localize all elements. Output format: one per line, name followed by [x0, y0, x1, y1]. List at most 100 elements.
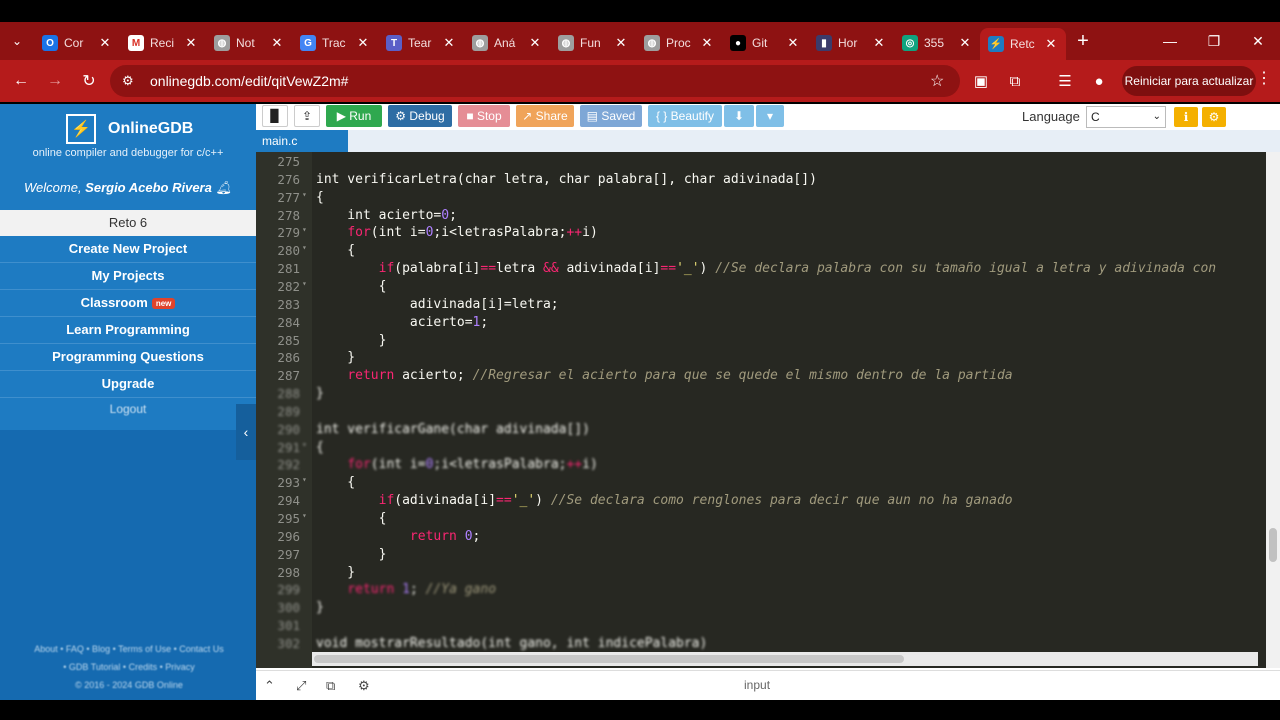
- info-icon[interactable]: ℹ: [1174, 107, 1198, 127]
- restore-icon[interactable]: ❐: [1192, 22, 1236, 60]
- browser-tab[interactable]: ● Git ✕: [722, 28, 808, 58]
- expand-panel-icon[interactable]: ⌃: [264, 678, 275, 694]
- beautify-button[interactable]: { } Beautify: [648, 105, 722, 127]
- code-line[interactable]: 276 int verificarLetra(char letra, char p…: [256, 172, 1266, 190]
- code-line[interactable]: 280 ▾ {: [256, 243, 1266, 261]
- close-window-icon[interactable]: ✕: [1236, 22, 1280, 60]
- project-name[interactable]: Reto 6: [0, 210, 256, 236]
- share-button[interactable]: ↗ Share: [516, 105, 574, 127]
- code-line[interactable]: 284 acierto=1;: [256, 315, 1266, 333]
- copy-output-icon[interactable]: ⧉: [326, 678, 335, 694]
- code-line[interactable]: 279 ▾ for(int i=0;i<letrasPalabra;++i): [256, 225, 1266, 243]
- tab-close-icon[interactable]: ✕: [98, 35, 112, 51]
- fold-arrow-icon[interactable]: ▾: [302, 279, 307, 288]
- tab-close-icon[interactable]: ✕: [958, 35, 972, 51]
- code-line[interactable]: 285 }: [256, 333, 1266, 351]
- code-line[interactable]: 288}: [256, 386, 1266, 404]
- code-line[interactable]: 293 ▾ {: [256, 475, 1266, 493]
- tab-close-icon[interactable]: ✕: [184, 35, 198, 51]
- address-bar[interactable]: ⚙ onlinegdb.com/edit/qitVewZ2m# ☆: [110, 65, 960, 97]
- tab-close-icon[interactable]: ✕: [786, 35, 800, 51]
- sidebar-item-create-new-project[interactable]: Create New Project: [0, 236, 256, 263]
- code-line[interactable]: 292 for(int i=0;i<letrasPalabra;++i): [256, 457, 1266, 475]
- tab-close-icon[interactable]: ✕: [1044, 36, 1058, 52]
- browser-menu-icon[interactable]: ⋮: [1256, 68, 1272, 88]
- tab-close-icon[interactable]: ✕: [528, 35, 542, 51]
- download-dropdown-chevron-icon[interactable]: ▾: [756, 105, 784, 127]
- code-line[interactable]: 278 int acierto=0;: [256, 208, 1266, 226]
- fold-arrow-icon[interactable]: ▾: [302, 190, 307, 199]
- settings-gear-icon[interactable]: ⚙: [1202, 107, 1226, 127]
- sidebar-item-programming-questions[interactable]: Programming Questions: [0, 344, 256, 371]
- fold-arrow-icon[interactable]: ▾: [302, 511, 307, 520]
- extensions-puzzle-icon[interactable]: ⧉: [1002, 68, 1028, 94]
- code-line[interactable]: 297 }: [256, 547, 1266, 565]
- sidebar-item-classroom[interactable]: Classroom new: [0, 290, 256, 317]
- fold-arrow-icon[interactable]: ▾: [302, 440, 307, 449]
- forward-arrow-icon[interactable]: →: [38, 64, 72, 98]
- code-line[interactable]: 294 if(adivinada[i]=='_') //Se declara c…: [256, 493, 1266, 511]
- input-label[interactable]: input: [744, 678, 770, 692]
- browser-tab[interactable]: ◍ Not ✕: [206, 28, 292, 58]
- tab-close-icon[interactable]: ✕: [270, 35, 284, 51]
- code-line[interactable]: 295 ▾ {: [256, 511, 1266, 529]
- code-line[interactable]: 300}: [256, 600, 1266, 618]
- sidebar-item-my-projects[interactable]: My Projects: [0, 263, 256, 290]
- browser-tab[interactable]: ◍ Aná ✕: [464, 28, 550, 58]
- browser-tab[interactable]: ◍ Proc ✕: [636, 28, 722, 58]
- fold-arrow-icon[interactable]: ▾: [302, 475, 307, 484]
- footer-links-2[interactable]: • GDB Tutorial • Credits • Privacy: [4, 658, 254, 676]
- reload-icon[interactable]: ↻: [72, 64, 106, 98]
- tab-close-icon[interactable]: ✕: [614, 35, 628, 51]
- code-line[interactable]: 283 adivinada[i]=letra;: [256, 297, 1266, 315]
- new-file-icon[interactable]: ▉: [262, 105, 288, 127]
- browser-tab[interactable]: T Tear ✕: [378, 28, 464, 58]
- upload-icon[interactable]: ⇪: [294, 105, 320, 127]
- logout-link[interactable]: Logout: [0, 402, 256, 416]
- footer-links[interactable]: About • FAQ • Blog • Terms of Use • Cont…: [4, 640, 254, 658]
- minimize-icon[interactable]: —: [1148, 22, 1192, 60]
- new-tab-plus-icon[interactable]: +: [1066, 30, 1100, 53]
- site-settings-icon[interactable]: ⚙: [122, 73, 138, 89]
- tab-main-c[interactable]: main.c: [256, 130, 348, 152]
- brand-logo[interactable]: ⚡ OnlineGDB online compiler and debugger…: [0, 104, 256, 172]
- code-line[interactable]: 290 int verificarGane(char adivinada[]): [256, 422, 1266, 440]
- horizontal-scroll-thumb[interactable]: [314, 655, 904, 663]
- stop-button[interactable]: ■ Stop: [458, 105, 510, 127]
- code-line[interactable]: 282 ▾ {: [256, 279, 1266, 297]
- resize-icon[interactable]: ⤢: [296, 678, 306, 694]
- fold-arrow-icon[interactable]: ▾: [302, 243, 307, 252]
- code-line[interactable]: 281 if(palabra[i]==letra && adivinada[i]…: [256, 261, 1266, 279]
- tab-close-icon[interactable]: ✕: [356, 35, 370, 51]
- relaunch-update-button[interactable]: Reiniciar para actualizar: [1122, 66, 1256, 96]
- sidebar-item-upgrade[interactable]: Upgrade: [0, 371, 256, 398]
- collapse-sidebar-chevron-icon[interactable]: ‹: [236, 404, 256, 460]
- debug-button[interactable]: ⚙ Debug: [388, 105, 452, 127]
- code-line[interactable]: 298 }: [256, 565, 1266, 583]
- tab-search-chevron-icon[interactable]: ⌄: [0, 22, 34, 60]
- tab-close-icon[interactable]: ✕: [700, 35, 714, 51]
- code-line[interactable]: 296 return 0;: [256, 529, 1266, 547]
- browser-tab[interactable]: G Trac ✕: [292, 28, 378, 58]
- code-line[interactable]: 289: [256, 404, 1266, 422]
- vertical-scroll-thumb[interactable]: [1269, 528, 1277, 562]
- browser-tab[interactable]: ◍ Fun ✕: [550, 28, 636, 58]
- code-editor[interactable]: 275 276 int verificarLetra(char letra, cha…: [256, 152, 1266, 668]
- bell-icon[interactable]: 🔔︎: [215, 180, 232, 195]
- save-button[interactable]: ▤ Saved: [580, 105, 642, 127]
- tab-close-icon[interactable]: ✕: [442, 35, 456, 51]
- back-arrow-icon[interactable]: ←: [4, 64, 38, 98]
- browser-tab[interactable]: ◎ 355 ✕: [894, 28, 980, 58]
- run-button[interactable]: ▶ Run: [326, 105, 382, 127]
- code-line[interactable]: 286 }: [256, 350, 1266, 368]
- browser-tab[interactable]: ▮ Hor ✕: [808, 28, 894, 58]
- user-name[interactable]: Sergio Acebo Rivera: [85, 180, 212, 195]
- code-line[interactable]: 275: [256, 154, 1266, 172]
- code-line[interactable]: 287 return acierto; //Regresar el aciert…: [256, 368, 1266, 386]
- code-line[interactable]: 291 ▾ {: [256, 440, 1266, 458]
- tab-close-icon[interactable]: ✕: [872, 35, 886, 51]
- code-line[interactable]: 277 ▾ {: [256, 190, 1266, 208]
- editor-horizontal-scrollbar[interactable]: [312, 652, 1258, 666]
- fold-arrow-icon[interactable]: ▾: [302, 225, 307, 234]
- screencast-extension-icon[interactable]: ▣: [968, 68, 994, 94]
